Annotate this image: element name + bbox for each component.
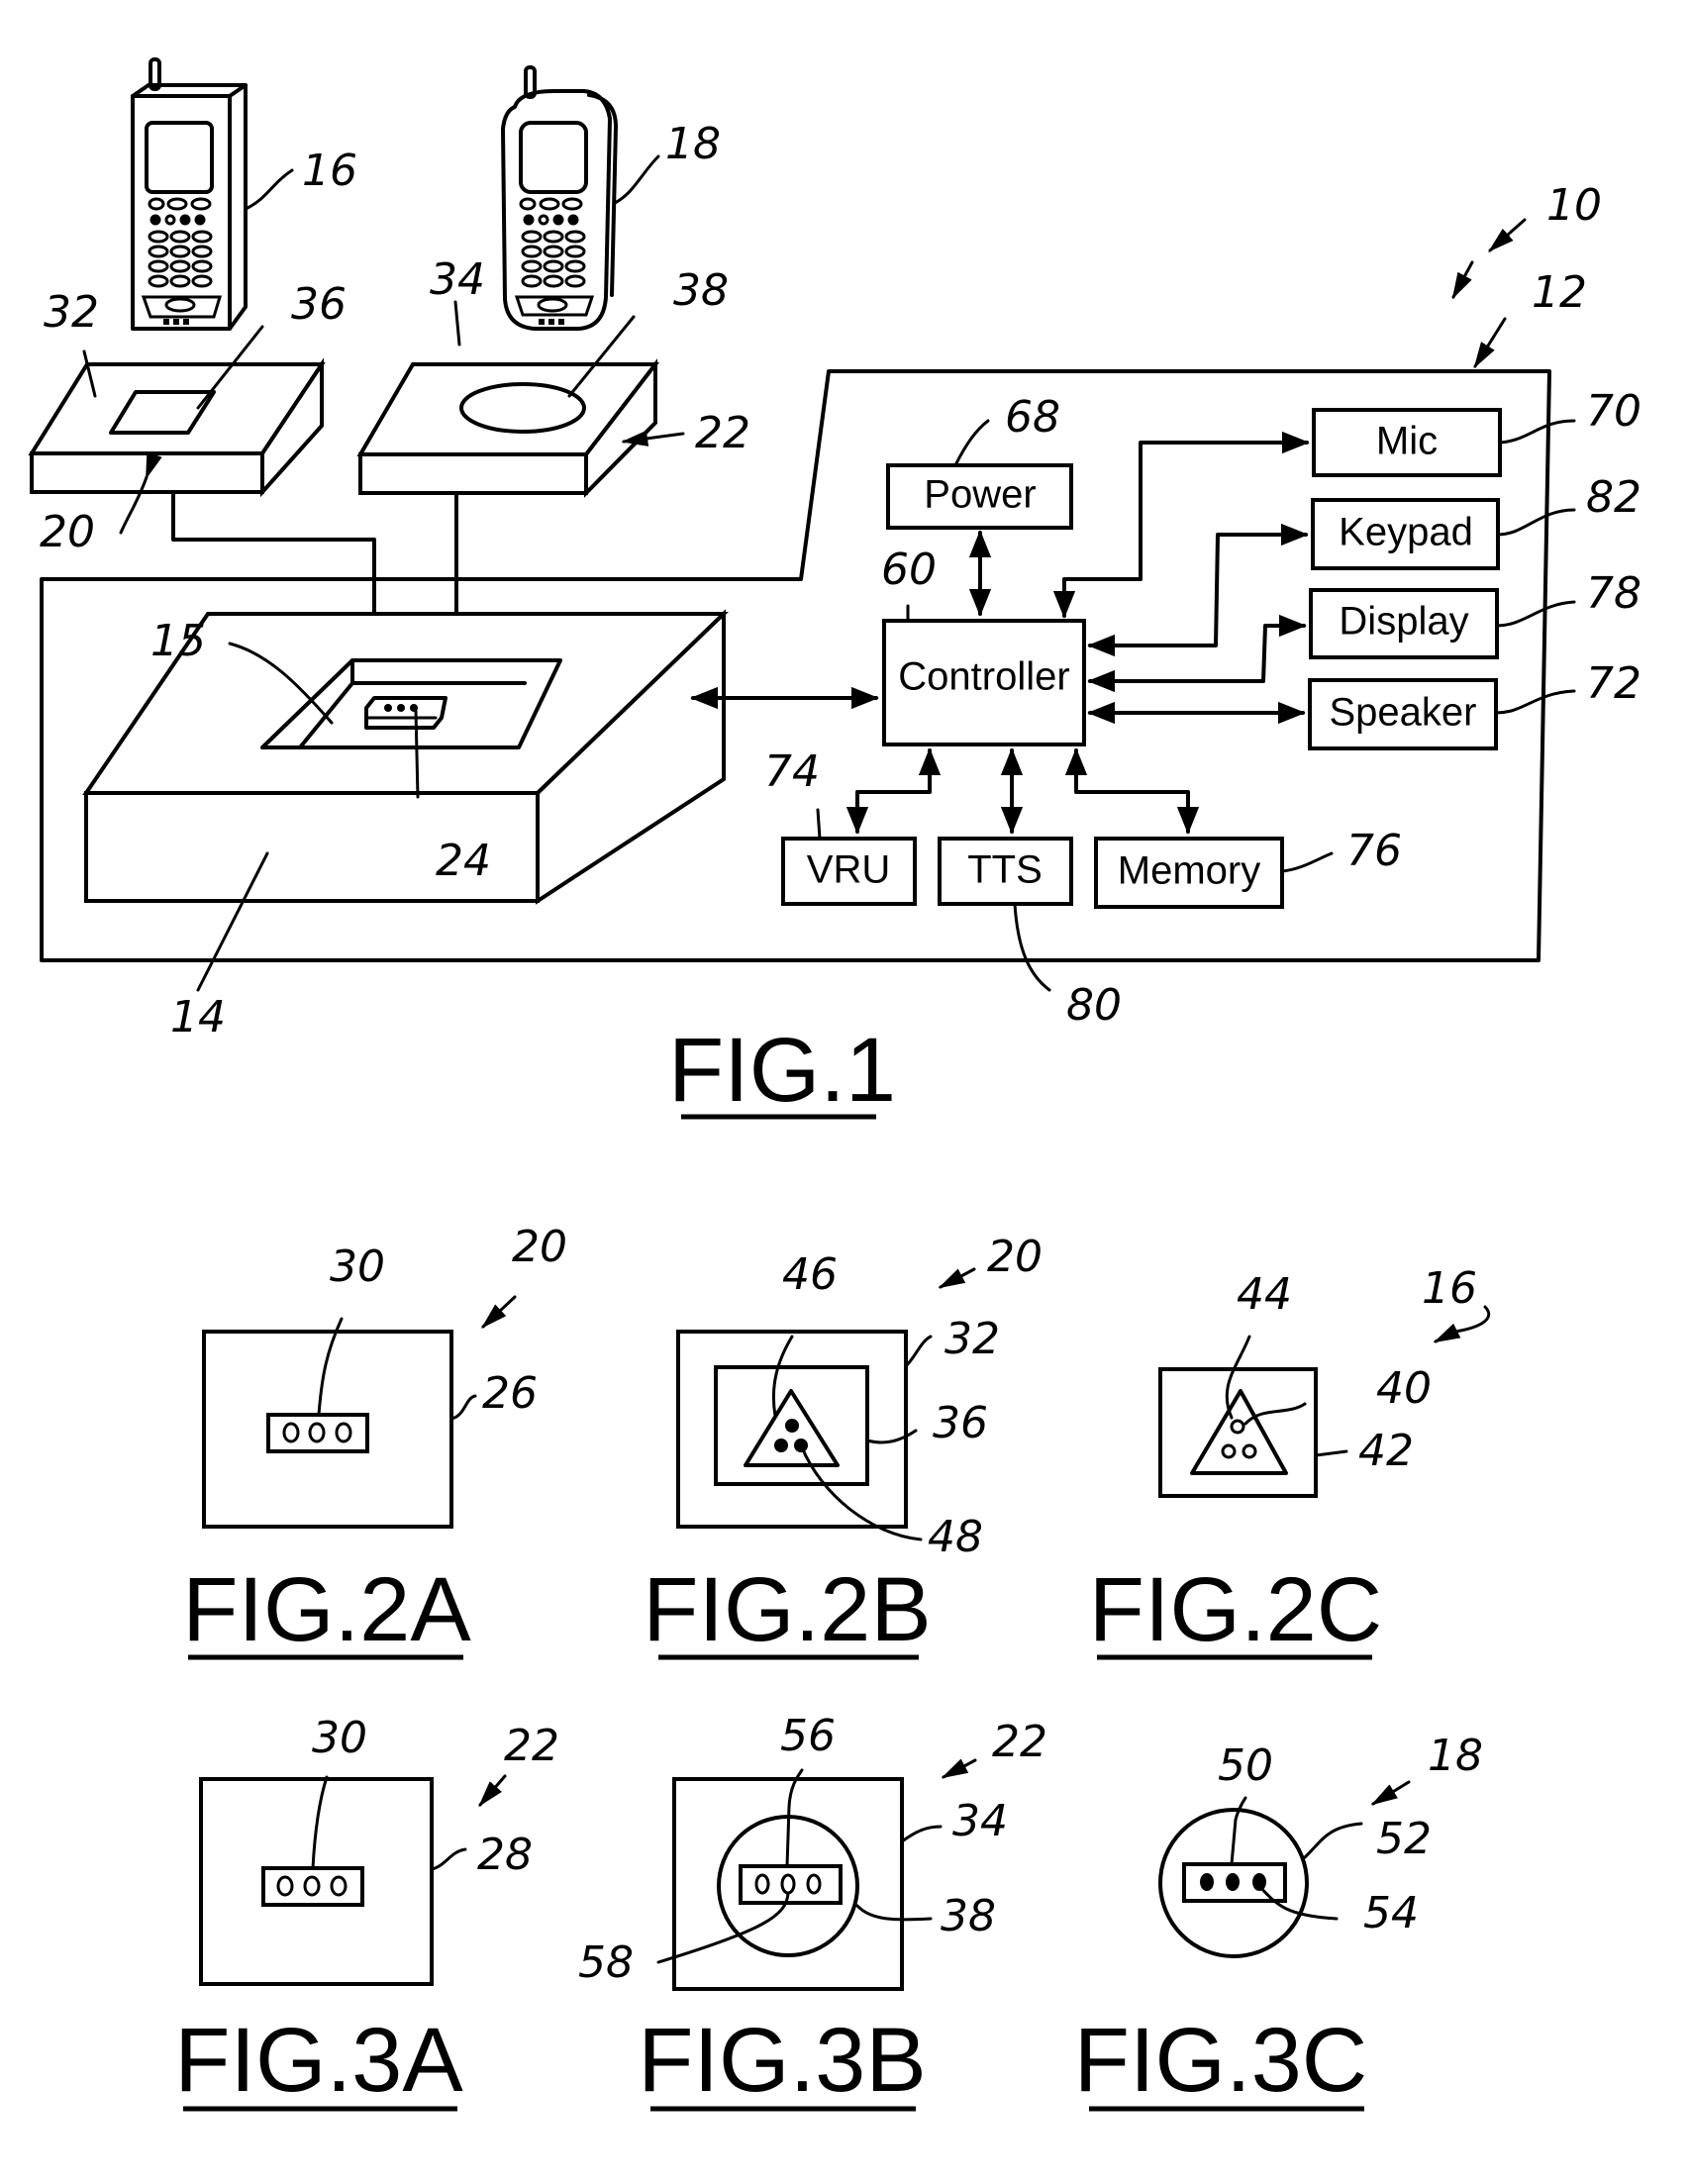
ref-48: 48	[928, 1512, 983, 1562]
controller-block: Controller	[882, 619, 1086, 746]
fig2b-caption: FIG.2B	[643, 1559, 931, 1660]
figure-2c: 44 40 42 16 FIG.2C	[1089, 1263, 1491, 1660]
mic-label: Mic	[1376, 420, 1438, 463]
ref-30: 30	[330, 1241, 385, 1292]
ref-32: 32	[44, 287, 99, 338]
ref-32: 32	[944, 1314, 1000, 1364]
ref-22: 22	[695, 408, 750, 458]
connector-30	[266, 1413, 369, 1453]
keypad-label: Keypad	[1339, 511, 1473, 554]
ref-15: 15	[150, 616, 206, 666]
tts-block: TTS	[938, 837, 1073, 906]
speaker-block: Speaker	[1308, 678, 1498, 750]
fig2c-caption: FIG.2C	[1089, 1559, 1382, 1660]
tts-label: TTS	[967, 848, 1043, 892]
fig2a-caption: FIG.2A	[182, 1559, 471, 1660]
mic-block: Mic	[1312, 408, 1502, 477]
ref-76: 76	[1346, 826, 1402, 876]
ref-10: 10	[1546, 180, 1602, 231]
phone-18-icon	[501, 65, 618, 331]
phone-16-icon	[131, 57, 248, 331]
leader-18	[613, 154, 660, 205]
ref-38: 38	[673, 265, 729, 316]
speaker-label: Speaker	[1330, 691, 1477, 735]
figure-1: 16 18 32 36 20 34 38 22 12 10 24 15 14 C…	[28, 57, 1641, 1121]
ref-52: 52	[1376, 1814, 1432, 1864]
fig3a-caption: FIG.3A	[174, 2010, 463, 2111]
ref-16: 16	[302, 146, 357, 196]
ref-80: 80	[1066, 980, 1122, 1031]
ref-82: 82	[1586, 472, 1641, 523]
vru-block: VRU	[781, 837, 917, 906]
ref-44: 44	[1237, 1269, 1292, 1320]
ref-72: 72	[1586, 658, 1641, 709]
patent-drawing-sheet: 16 18 32 36 20 34 38 22 12 10 24 15 14 C…	[28, 57, 1641, 2112]
ref-60: 60	[881, 545, 937, 595]
ref-70: 70	[1586, 386, 1641, 437]
ref-36: 36	[291, 279, 347, 330]
ref-78: 78	[1586, 568, 1641, 619]
vru-label: VRU	[807, 848, 890, 892]
fig3b-caption: FIG.3B	[638, 2010, 926, 2111]
ref-18: 18	[665, 119, 721, 169]
fig1-caption: FIG.1	[668, 1020, 896, 1121]
adapter-20	[28, 357, 326, 498]
adapter-22	[356, 358, 660, 498]
display-label: Display	[1339, 600, 1468, 644]
controller-label: Controller	[898, 655, 1069, 699]
ref-56: 56	[780, 1711, 836, 1761]
ref-20: 20	[987, 1232, 1043, 1282]
ref-14: 14	[170, 992, 226, 1042]
ref-24: 24	[436, 836, 491, 886]
figure-2b: 46 32 36 48 20 FIG.2B	[643, 1232, 1043, 1660]
memory-label: Memory	[1118, 849, 1260, 893]
ref-22: 22	[504, 1721, 559, 1771]
ref-20: 20	[512, 1222, 567, 1272]
figure-2a: 30 26 20 FIG.2A	[182, 1222, 567, 1660]
figure-3a: 30 28 22 FIG.3A	[174, 1713, 559, 2112]
figure-3b: 56 34 38 58 22 FIG.3B	[578, 1711, 1047, 2112]
ref-28: 28	[477, 1830, 533, 1880]
ref-36: 36	[933, 1398, 988, 1448]
ref-18: 18	[1428, 1731, 1483, 1781]
ref-38: 38	[941, 1891, 996, 1941]
ref-12: 12	[1532, 267, 1587, 318]
ref-68: 68	[1005, 392, 1060, 443]
ref-46: 46	[782, 1249, 838, 1300]
ref-20: 20	[40, 507, 95, 557]
ref-40: 40	[1376, 1363, 1432, 1414]
connector-56	[739, 1864, 843, 1905]
ref-26: 26	[482, 1368, 538, 1419]
power-block: Power	[886, 463, 1073, 530]
ref-16: 16	[1422, 1263, 1477, 1314]
memory-block: Memory	[1094, 837, 1284, 909]
ref-74: 74	[764, 746, 820, 797]
ref-30: 30	[312, 1713, 367, 1763]
figure-3c: 50 52 54 18 FIG.3C	[1074, 1731, 1483, 2112]
fig3c-caption: FIG.3C	[1074, 2010, 1367, 2111]
ref-50: 50	[1218, 1740, 1273, 1791]
ref-54: 54	[1363, 1888, 1419, 1938]
ref-34: 34	[430, 254, 485, 305]
ref-34: 34	[952, 1796, 1008, 1846]
ref-58: 58	[578, 1937, 634, 1988]
power-label: Power	[924, 473, 1036, 517]
ref-42: 42	[1358, 1426, 1414, 1476]
ref-22: 22	[992, 1717, 1047, 1767]
leader-16	[246, 168, 294, 210]
keypad-block: Keypad	[1311, 498, 1500, 570]
connector-30	[261, 1866, 364, 1907]
display-block: Display	[1309, 588, 1499, 659]
